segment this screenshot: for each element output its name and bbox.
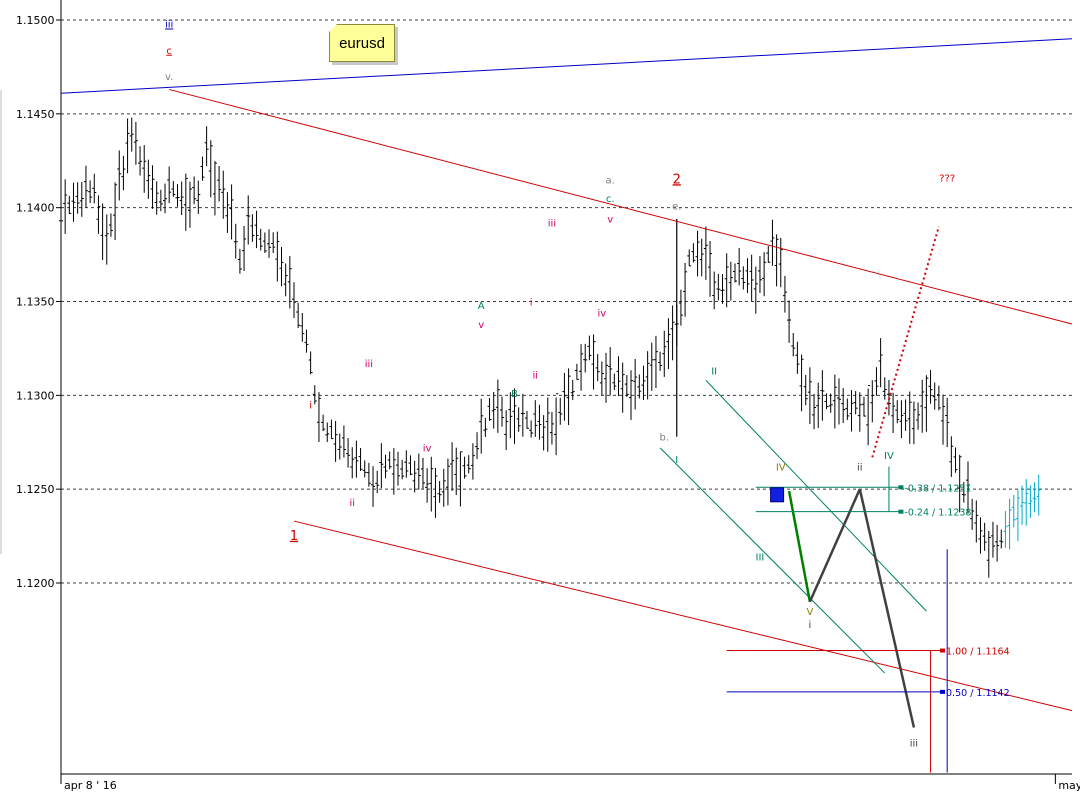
wave-label: c. bbox=[606, 194, 615, 205]
y-tick-label: 1.1200 bbox=[16, 577, 55, 590]
wave-label: v. bbox=[165, 72, 173, 83]
fib-level-handle bbox=[940, 689, 946, 694]
blue-square bbox=[770, 487, 785, 503]
wave-label: v bbox=[478, 320, 484, 331]
y-tick-label: 1.1300 bbox=[16, 389, 55, 402]
y-tick-label: 1.1450 bbox=[16, 108, 55, 121]
x-tick-label: apr 8 ' 16 bbox=[64, 779, 117, 792]
wave-label: iv bbox=[598, 309, 607, 320]
y-tick-label: 1.1500 bbox=[16, 14, 55, 27]
chart-background bbox=[0, 0, 1080, 795]
wave-label: IV bbox=[776, 462, 786, 473]
wave-label: ii bbox=[533, 370, 539, 381]
wave-label: B bbox=[511, 389, 518, 400]
fib-level-handle bbox=[898, 509, 904, 514]
y-tick-label: 1.1400 bbox=[16, 202, 55, 215]
fib-level-label: -0.38 / 1.1251 bbox=[904, 483, 971, 494]
wave-label: b. bbox=[660, 432, 670, 443]
wave-label: 1 bbox=[290, 529, 298, 544]
wave-label: iii bbox=[165, 20, 173, 31]
wave-label: v bbox=[607, 215, 613, 226]
wave-label: V bbox=[806, 607, 813, 618]
fib-level-label: 1.00 / 1.1164 bbox=[946, 647, 1010, 658]
wave-label: II bbox=[711, 367, 717, 378]
wave-label: i bbox=[530, 297, 533, 308]
eurusd-note: eurusd bbox=[329, 24, 395, 62]
wave-label: A bbox=[478, 301, 485, 312]
wave-label: e. bbox=[672, 202, 681, 213]
y-tick-label: 1.1250 bbox=[16, 483, 55, 496]
fib-level-handle bbox=[898, 485, 904, 490]
wave-label: III bbox=[756, 552, 765, 563]
wave-label: iv bbox=[423, 444, 432, 455]
fib-level-label: 0.50 / 1.1142 bbox=[946, 688, 1010, 699]
wave-label: IV bbox=[884, 451, 894, 462]
wave-label: a. bbox=[606, 175, 615, 186]
wave-label: ii bbox=[857, 462, 863, 473]
x-tick-label: may bbox=[1058, 779, 1080, 792]
wave-label: iii bbox=[548, 218, 556, 229]
wave-label: iii bbox=[365, 359, 373, 370]
wave-label: 2 bbox=[673, 172, 681, 187]
wave-label: i bbox=[309, 400, 312, 411]
chart-area: 1.1500 1.1450 1.1400 1.1350 1.1300 1.1250 1.12… bbox=[0, 0, 1080, 795]
wave-label: c bbox=[166, 46, 172, 57]
note-fold bbox=[329, 24, 337, 32]
fib-level-label: -0.24 / 1.1238 bbox=[904, 508, 971, 519]
y-tick-label: 1.1350 bbox=[16, 296, 55, 309]
wave-label: i bbox=[808, 620, 811, 631]
wave-label: I bbox=[675, 455, 678, 466]
fib-level-handle bbox=[940, 648, 946, 653]
wave-label: ii bbox=[349, 498, 355, 509]
wave-label: iii bbox=[910, 738, 918, 749]
wave-label: ??? bbox=[939, 173, 955, 184]
